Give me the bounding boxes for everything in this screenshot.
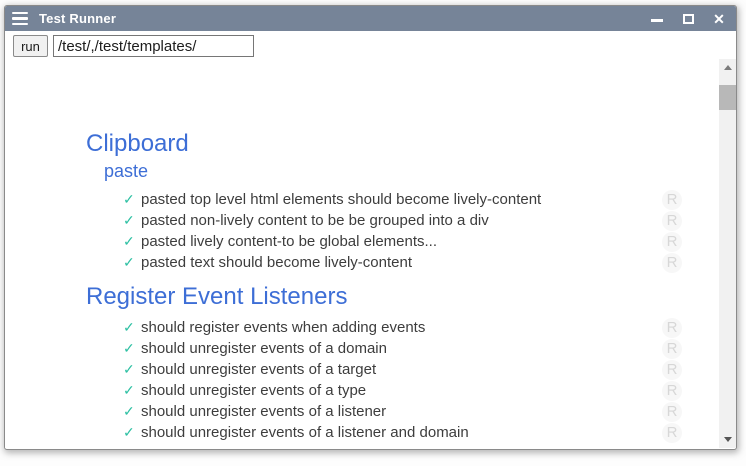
test-label: should unregister events of a listener a… <box>141 422 662 443</box>
test-label: pasted text should become lively-content <box>141 252 662 273</box>
menu-icon[interactable] <box>12 11 28 27</box>
test-row: ✓ pasted lively content-to be global ele… <box>123 231 682 252</box>
pass-check-icon: ✓ <box>123 380 141 401</box>
pass-check-icon: ✓ <box>123 422 141 443</box>
test-list: ✓ pasted top level html elements should … <box>86 189 736 273</box>
test-section: Clipboard paste ✓ pasted top level html … <box>5 130 736 273</box>
run-button[interactable]: run <box>13 35 48 57</box>
test-row: ✓ should unregister events of a target R <box>123 359 682 380</box>
section-title: Register Event Listeners <box>86 283 736 311</box>
rerun-button[interactable]: R <box>662 211 682 231</box>
rerun-button[interactable]: R <box>662 232 682 252</box>
test-label: pasted non-lively content to be be group… <box>141 210 662 231</box>
pass-check-icon: ✓ <box>123 401 141 422</box>
pass-check-icon: ✓ <box>123 338 141 359</box>
test-runner-window: Test Runner ✕ run Clipboard paste ✓ past… <box>4 5 737 450</box>
test-label: should unregister events of a domain <box>141 338 662 359</box>
test-label: should unregister events of a listener <box>141 401 662 422</box>
sections-container: Clipboard paste ✓ pasted top level html … <box>5 130 736 443</box>
test-row: ✓ pasted text should become lively-conte… <box>123 252 682 273</box>
test-results-area: Clipboard paste ✓ pasted top level html … <box>5 59 736 448</box>
title-bar[interactable]: Test Runner ✕ <box>5 6 736 31</box>
scrollbar-thumb[interactable] <box>719 85 736 110</box>
pass-check-icon: ✓ <box>123 317 141 338</box>
test-row: ✓ should unregister events of a listener… <box>123 422 682 443</box>
vertical-scrollbar[interactable] <box>719 59 736 448</box>
test-path-input[interactable] <box>53 35 254 57</box>
pass-check-icon: ✓ <box>123 210 141 231</box>
close-button[interactable]: ✕ <box>712 12 726 26</box>
rerun-button[interactable]: R <box>662 253 682 273</box>
section-subtitle: paste <box>104 161 736 182</box>
scroll-down-button[interactable] <box>719 431 736 448</box>
maximize-button[interactable] <box>681 12 695 26</box>
test-row: ✓ pasted top level html elements should … <box>123 189 682 210</box>
pass-check-icon: ✓ <box>123 252 141 273</box>
scroll-up-button[interactable] <box>719 59 736 76</box>
test-label: pasted top level html elements should be… <box>141 189 662 210</box>
rerun-button[interactable]: R <box>662 318 682 338</box>
window-title: Test Runner <box>39 11 650 26</box>
pass-check-icon: ✓ <box>123 189 141 210</box>
rerun-button[interactable]: R <box>662 360 682 380</box>
pass-check-icon: ✓ <box>123 359 141 380</box>
arrow-down-icon <box>724 437 732 442</box>
test-list: ✓ should register events when adding eve… <box>86 317 736 443</box>
test-label: should register events when adding event… <box>141 317 662 338</box>
section-title: Clipboard <box>86 130 736 158</box>
window-controls: ✕ <box>650 12 726 26</box>
test-row: ✓ should unregister events of a listener… <box>123 401 682 422</box>
toolbar: run <box>5 31 736 59</box>
test-label: pasted lively content-to be global eleme… <box>141 231 662 252</box>
rerun-button[interactable]: R <box>662 339 682 359</box>
arrow-up-icon <box>724 65 732 70</box>
test-label: should unregister events of a target <box>141 359 662 380</box>
test-row: ✓ pasted non-lively content to be be gro… <box>123 210 682 231</box>
rerun-button[interactable]: R <box>662 381 682 401</box>
rerun-button[interactable]: R <box>662 190 682 210</box>
test-row: ✓ should unregister events of a domain R <box>123 338 682 359</box>
test-section: Register Event Listeners ✓ should regist… <box>5 283 736 443</box>
rerun-button[interactable]: R <box>662 402 682 422</box>
test-row: ✓ should register events when adding eve… <box>123 317 682 338</box>
minimize-button[interactable] <box>650 12 664 26</box>
pass-check-icon: ✓ <box>123 231 141 252</box>
test-label: should unregister events of a type <box>141 380 662 401</box>
test-row: ✓ should unregister events of a type R <box>123 380 682 401</box>
rerun-button[interactable]: R <box>662 423 682 443</box>
